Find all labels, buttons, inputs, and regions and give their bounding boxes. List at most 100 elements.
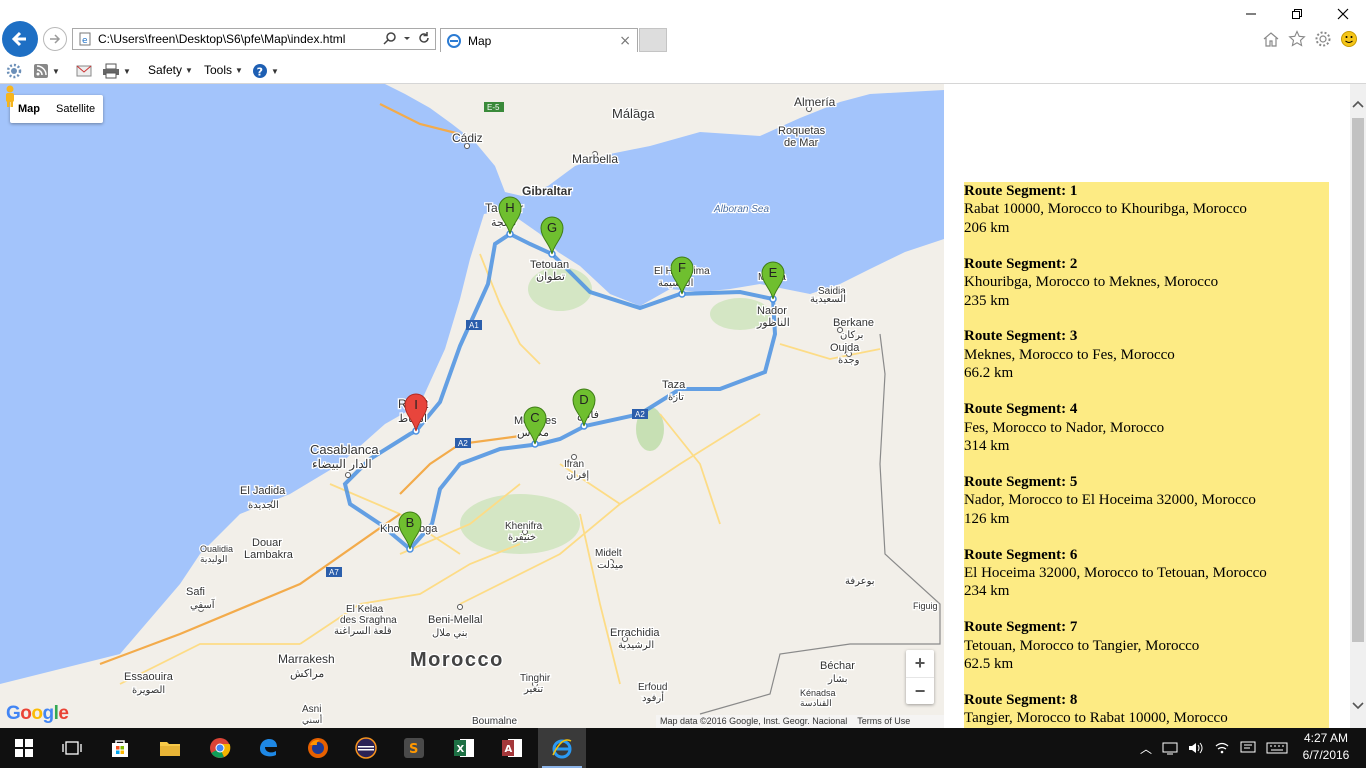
directions-panel[interactable]: Route Segment: 1 Rabat 10000, Morocco to … (944, 84, 1350, 728)
svg-text:A: A (505, 744, 513, 755)
marker-letter: F (678, 260, 686, 275)
firefox-app[interactable] (294, 728, 342, 768)
keyboard-icon[interactable] (1266, 741, 1288, 755)
volume-icon[interactable] (1188, 741, 1204, 755)
chrome-icon (210, 738, 231, 758)
city-label: Marrakesh (278, 652, 335, 666)
chevron-down-icon[interactable]: ▼ (123, 67, 131, 76)
edge-app[interactable] (244, 728, 292, 768)
help-menu[interactable]: ? ▼ (252, 63, 279, 79)
city-label: es (545, 415, 557, 427)
city-label-ar: خنيفرة (508, 532, 536, 543)
pegman-street-view-icon[interactable] (0, 84, 20, 108)
scrollbar-thumb[interactable] (1352, 118, 1364, 642)
access-app[interactable]: A (488, 728, 536, 768)
map-canvas[interactable]: E-5 A1 A2 A2 A7 Málaga Almería Cádiz Mar… (0, 84, 944, 728)
route-segment-heading: Route Segment: 5 (964, 473, 1078, 490)
restore-button[interactable] (1274, 0, 1320, 28)
new-tab-button[interactable] (639, 28, 667, 52)
tools-menu[interactable]: Tools ▼ (204, 63, 243, 77)
zoom-in-button[interactable]: + (906, 650, 934, 677)
route-segment: Route Segment: 8 Tangier, Morocco to Raba… (964, 691, 1329, 728)
refresh-icon[interactable] (417, 31, 431, 45)
scroll-up-icon[interactable] (1350, 96, 1366, 112)
settings-gear-icon[interactable] (1314, 30, 1332, 48)
home-icon[interactable] (1262, 30, 1280, 48)
city-label: Figuig (913, 601, 938, 611)
taskbar-clock[interactable]: 4:27 AM 6/7/2016 (1294, 730, 1358, 764)
city-label: Almería (794, 95, 836, 109)
address-bar[interactable]: e C:\Users\freen\Desktop\S6\pfe\Map\inde… (72, 28, 436, 50)
minimize-button[interactable] (1228, 0, 1274, 28)
city-label: Beni-Mellal (428, 614, 482, 626)
search-icon[interactable] (383, 31, 397, 45)
forward-button[interactable] (43, 27, 67, 51)
city-label: El Jadida (240, 485, 286, 497)
clock-time: 4:27 AM (1303, 731, 1349, 745)
city-label-ar: آسفي (190, 598, 216, 611)
windows-logo-icon (15, 739, 33, 757)
city-label: Cádiz (452, 131, 483, 145)
start-button[interactable] (0, 728, 48, 768)
ie-page-icon: e (79, 32, 91, 46)
dropdown-icon[interactable] (403, 31, 411, 45)
route-segment-route: Tangier, Morocco to Rabat 10000, Morocco (964, 710, 1228, 727)
zoom-out-button[interactable]: − (906, 677, 934, 705)
map-type-control: Map Satellite (10, 95, 104, 123)
chrome-app[interactable] (196, 728, 244, 768)
svg-text:S: S (409, 742, 418, 757)
browser-tab[interactable]: Map × (440, 28, 638, 52)
route-segment-heading: Route Segment: 7 (964, 619, 1078, 636)
route-segment-heading: Route Segment: 2 (964, 255, 1078, 272)
network-icon[interactable] (1162, 741, 1178, 755)
chevron-down-icon[interactable]: ▼ (52, 67, 60, 76)
city-label: Oualidia (200, 544, 233, 554)
safety-label: Safety (148, 63, 183, 77)
city-label-ar: وجدة (838, 355, 860, 366)
action-center-icon[interactable] (1240, 741, 1256, 755)
safety-menu[interactable]: Safety ▼ (148, 63, 193, 77)
compat-view-button[interactable] (6, 63, 22, 79)
store-app[interactable] (96, 728, 144, 768)
eclipse-app[interactable] (342, 728, 390, 768)
route-segment-heading: Route Segment: 6 (964, 546, 1078, 563)
google-logo[interactable]: Google (6, 703, 69, 725)
print-button[interactable]: ▼ (102, 63, 131, 79)
back-button[interactable] (2, 21, 38, 57)
marker-letter: E (769, 265, 778, 280)
city-label: Ta (485, 201, 498, 215)
google-map[interactable]: E-5 A1 A2 A2 A7 Málaga Almería Cádiz Mar… (0, 84, 944, 728)
close-window-button[interactable] (1320, 0, 1366, 28)
city-label-ar: أسني (302, 713, 322, 725)
show-hidden-icons[interactable]: ︿ (1140, 740, 1152, 757)
marker-letter: C (530, 410, 539, 425)
city-label: Béchar (820, 660, 855, 672)
smiley-feedback-icon[interactable] (1340, 30, 1358, 48)
zoom-control: + − (906, 650, 934, 704)
file-explorer-app[interactable] (146, 728, 194, 768)
read-mail-button[interactable] (76, 63, 92, 79)
svg-text:e: e (82, 36, 88, 46)
satellite-view-button[interactable]: Satellite (48, 95, 103, 123)
internet-explorer-app[interactable] (538, 728, 586, 768)
terms-of-use-link[interactable]: Terms of Use (857, 715, 910, 728)
eclipse-icon (355, 737, 377, 759)
city-label: Essaouira (124, 671, 174, 683)
route-segment: Route Segment: 4 Fes, Morocco to Nador, M… (964, 400, 1329, 455)
favorites-star-icon[interactable] (1288, 30, 1306, 48)
minimize-icon (1246, 13, 1256, 15)
scroll-down-icon[interactable] (1350, 698, 1366, 714)
feeds-button[interactable]: ▼ (33, 63, 60, 79)
route-segment-heading: Route Segment: 1 (964, 183, 1078, 199)
city-label: Midelt (595, 548, 622, 559)
page-scrollbar[interactable] (1350, 84, 1366, 728)
task-view-button[interactable] (48, 728, 96, 768)
sublime-text-app[interactable]: S (390, 728, 438, 768)
city-label-ar: بشار (827, 674, 848, 685)
address-url[interactable]: C:\Users\freen\Desktop\S6\pfe\Map\index.… (98, 32, 345, 46)
excel-app[interactable]: X (440, 728, 488, 768)
sublime-icon: S (404, 738, 424, 758)
tab-close-icon[interactable]: × (619, 33, 631, 49)
wifi-icon[interactable] (1214, 741, 1230, 755)
close-icon (1337, 8, 1349, 20)
